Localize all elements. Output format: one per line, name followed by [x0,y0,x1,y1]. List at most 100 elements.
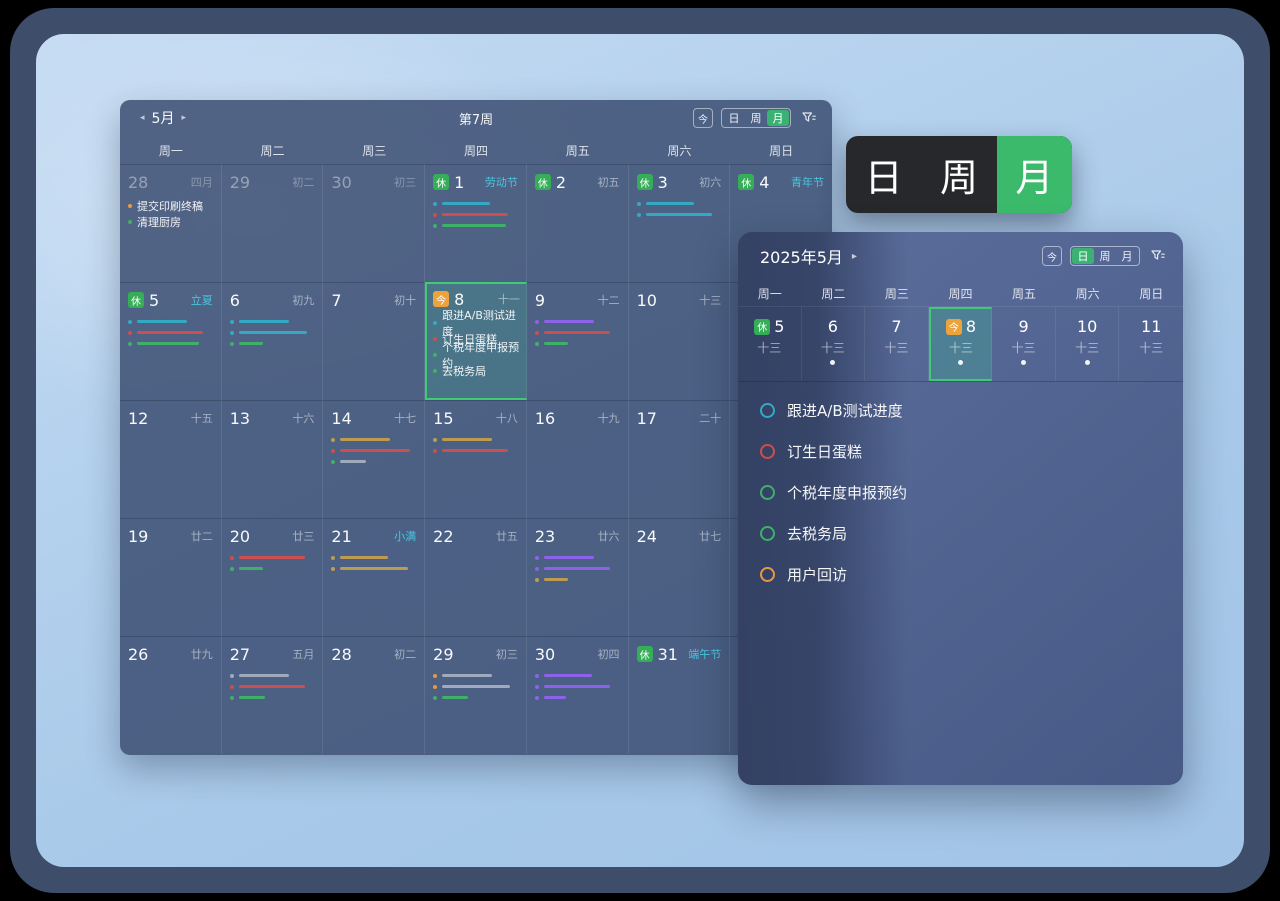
day-cell[interactable]: 23廿六 [527,518,629,636]
view-toggle-option-2[interactable]: 周 [1094,248,1116,264]
event-bar[interactable] [535,327,620,338]
today-button[interactable]: 今 [693,108,713,128]
day-cell[interactable]: 22廿五 [425,518,527,636]
day-cell[interactable]: 13十六 [222,400,324,518]
week-day-cell[interactable]: 6十三 [802,307,866,381]
event-bar[interactable] [433,220,518,231]
event-bar[interactable] [230,316,315,327]
day-cell[interactable]: 休31端午节 [629,636,731,754]
week-day-cell[interactable]: 7十三 [865,307,929,381]
event-bar[interactable] [433,209,518,220]
day-cell[interactable]: 28初二 [323,636,425,754]
task-item[interactable]: 用户回访 [760,554,1183,595]
day-cell[interactable]: 17二十 [629,400,731,518]
event-bar[interactable] [433,434,518,445]
week-day-cell[interactable]: 10十三 [1056,307,1120,381]
week-day-cell[interactable]: 11十三 [1119,307,1183,381]
event-item[interactable]: 提交印刷终稿 [128,198,213,214]
view-toggle[interactable]: 日周月 [1070,246,1140,266]
today-button[interactable]: 今 [1042,246,1062,266]
event-bar[interactable] [128,316,213,327]
event-item[interactable]: 跟进A/B测试进度 [433,315,520,331]
event-bar[interactable] [433,692,518,703]
view-toggle-option-1[interactable]: 日 [1072,248,1094,264]
callout-view-option-2[interactable]: 周 [921,136,996,213]
day-cell[interactable]: 10十三 [629,282,731,400]
task-status-circle[interactable] [760,444,775,459]
event-bar[interactable] [637,209,722,220]
task-status-circle[interactable] [760,403,775,418]
event-bar[interactable] [331,563,416,574]
view-toggle-option-1[interactable]: 日 [723,110,745,126]
task-item[interactable]: 个税年度申报预约 [760,472,1183,513]
task-status-circle[interactable] [760,485,775,500]
event-bar[interactable] [535,316,620,327]
day-cell[interactable]: 7初十 [323,282,425,400]
callout-view-option-1[interactable]: 日 [846,136,921,213]
day-cell[interactable]: 26廿九 [120,636,222,754]
next-month-button[interactable]: ▸ [852,251,857,262]
view-toggle-option-3[interactable]: 月 [767,110,789,126]
event-bar[interactable] [535,692,620,703]
event-bar[interactable] [230,338,315,349]
task-item[interactable]: 去税务局 [760,513,1183,554]
task-status-circle[interactable] [760,526,775,541]
day-cell[interactable]: 14十七 [323,400,425,518]
event-bar[interactable] [433,681,518,692]
next-month-button[interactable]: ▸ [181,113,186,123]
event-bar[interactable] [535,681,620,692]
day-cell[interactable]: 休2初五 [527,164,629,282]
week-day-cell[interactable]: 9十三 [992,307,1056,381]
view-toggle-option-3[interactable]: 月 [1116,248,1138,264]
event-bar[interactable] [331,434,416,445]
event-bar[interactable] [128,327,213,338]
task-status-circle[interactable] [760,567,775,582]
day-cell[interactable]: 19廿二 [120,518,222,636]
day-cell[interactable]: 21小满 [323,518,425,636]
week-day-cell[interactable]: 休5十三 [738,307,802,381]
filter-button[interactable] [1148,246,1168,266]
event-bar[interactable] [331,552,416,563]
event-bar[interactable] [331,445,416,456]
event-bar[interactable] [230,327,315,338]
day-cell[interactable]: 29初二 [222,164,324,282]
day-cell[interactable]: 24廿七 [629,518,731,636]
event-bar[interactable] [535,552,620,563]
day-cell[interactable]: 12十五 [120,400,222,518]
event-bar[interactable] [230,552,315,563]
day-cell[interactable]: 29初三 [425,636,527,754]
event-bar[interactable] [230,681,315,692]
week-day-cell[interactable]: 今8十三 [929,307,993,381]
day-cell[interactable]: 27五月 [222,636,324,754]
event-bar[interactable] [230,670,315,681]
view-toggle[interactable]: 日周月 [721,108,791,128]
day-cell[interactable]: 休1劳动节 [425,164,527,282]
day-cell[interactable]: 30初四 [527,636,629,754]
event-bar[interactable] [128,338,213,349]
day-cell[interactable]: 休3初六 [629,164,731,282]
filter-button[interactable] [799,108,819,128]
task-item[interactable]: 跟进A/B测试进度 [760,390,1183,431]
day-cell[interactable]: 9十二 [527,282,629,400]
event-bar[interactable] [637,198,722,209]
day-cell[interactable]: 6初九 [222,282,324,400]
event-bar[interactable] [230,563,315,574]
event-item[interactable]: 个税年度申报预约 [433,347,520,363]
event-bar[interactable] [433,670,518,681]
day-cell[interactable]: 15十八 [425,400,527,518]
callout-view-option-3[interactable]: 月 [997,136,1072,213]
view-toggle-option-2[interactable]: 周 [745,110,767,126]
event-bar[interactable] [535,563,620,574]
event-bar[interactable] [535,338,620,349]
task-item[interactable]: 订生日蛋糕 [760,431,1183,472]
event-bar[interactable] [433,198,518,209]
day-cell[interactable]: 20廿三 [222,518,324,636]
event-item[interactable]: 清理厨房 [128,214,213,230]
event-bar[interactable] [535,670,620,681]
event-bar[interactable] [230,692,315,703]
day-cell[interactable]: 今8十一跟进A/B测试进度订生日蛋糕个税年度申报预约去税务局 [425,282,527,400]
day-cell[interactable]: 30初三 [323,164,425,282]
event-bar[interactable] [535,574,620,585]
event-bar[interactable] [433,445,518,456]
day-cell[interactable]: 28四月提交印刷终稿清理厨房 [120,164,222,282]
